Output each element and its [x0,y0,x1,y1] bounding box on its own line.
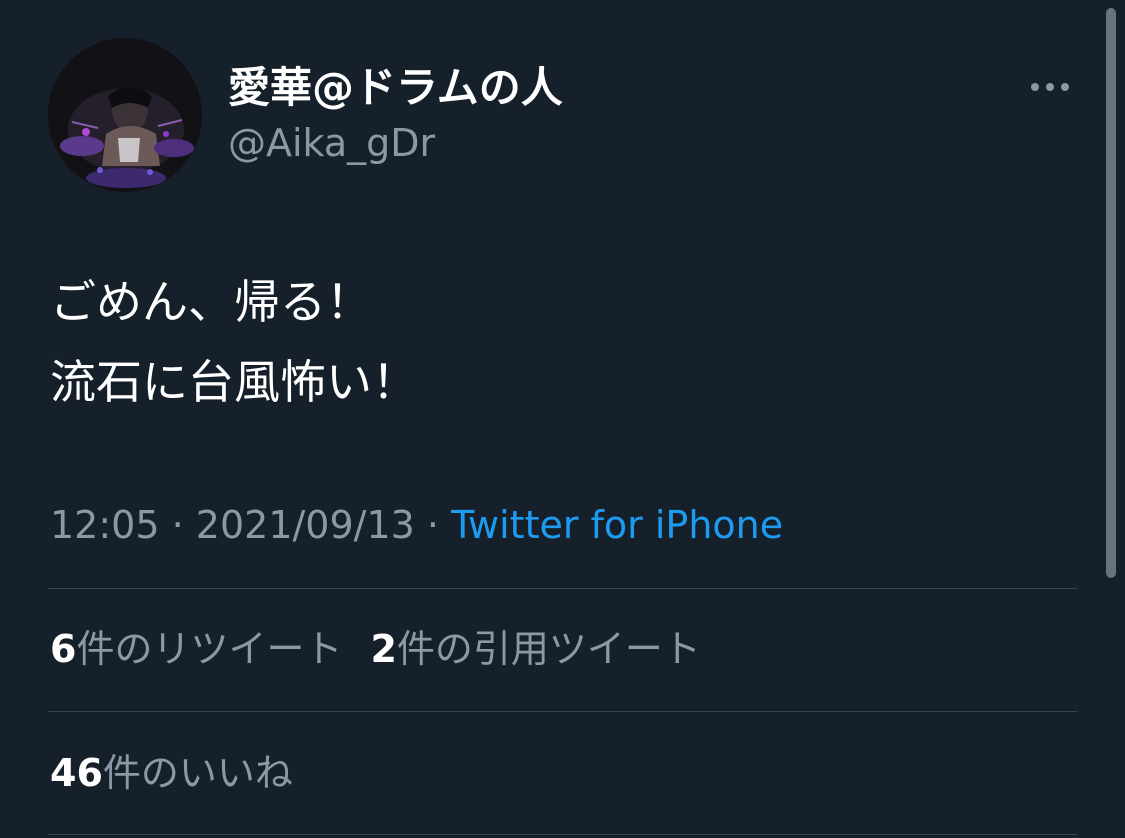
tweet-text-line: 流石に台風怖い！ [50,355,418,409]
likes-stats-row: 46件のいいね [50,748,293,798]
quote-tweets-stat[interactable]: 2件の引用ツイート [370,624,700,674]
avatar[interactable] [48,38,202,192]
avatar-drummer-photo [48,38,202,192]
likes-label: 件のいいね [102,751,293,795]
quote-tweets-count: 2 [370,627,397,671]
tweet-metadata: 12:05 · 2021/09/13 · Twitter for iPhone [50,500,783,550]
retweets-label: 件のリツイート [76,627,343,671]
divider [48,711,1077,712]
author-handle[interactable]: @Aika_gDr [228,118,435,168]
meta-separator: · [426,503,440,547]
retweets-count: 6 [50,627,77,671]
tweet-date[interactable]: 2021/09/13 [196,503,415,547]
more-horizontal-icon [1031,83,1039,91]
tweet-time[interactable]: 12:05 [50,503,160,547]
tweet-source-link[interactable]: Twitter for iPhone [451,503,783,547]
engagement-stats-row: 6件のリツイート 2件の引用ツイート [50,624,701,674]
likes-count: 46 [50,751,103,795]
meta-separator: · [171,503,184,547]
more-horizontal-icon-dot [1046,83,1054,91]
retweets-stat[interactable]: 6件のリツイート [50,624,342,674]
more-options-button[interactable] [1022,70,1078,104]
likes-stat[interactable]: 46件のいいね [50,748,293,798]
divider [48,834,1077,835]
tweet-detail: 愛華@ドラムの人 @Aika_gDr ごめん、帰る！ 流石に台風怖い！ 12:0… [0,0,1125,838]
quote-tweets-label: 件の引用ツイート [396,627,701,671]
scrollbar[interactable] [1106,8,1116,578]
divider [48,588,1077,589]
author-display-name[interactable]: 愛華@ドラムの人 [228,60,563,116]
tweet-text-line: ごめん、帰る！ [50,275,372,329]
more-horizontal-icon-dot [1061,83,1069,91]
tweet-text: ごめん、帰る！ 流石に台風怖い！ [50,262,418,422]
